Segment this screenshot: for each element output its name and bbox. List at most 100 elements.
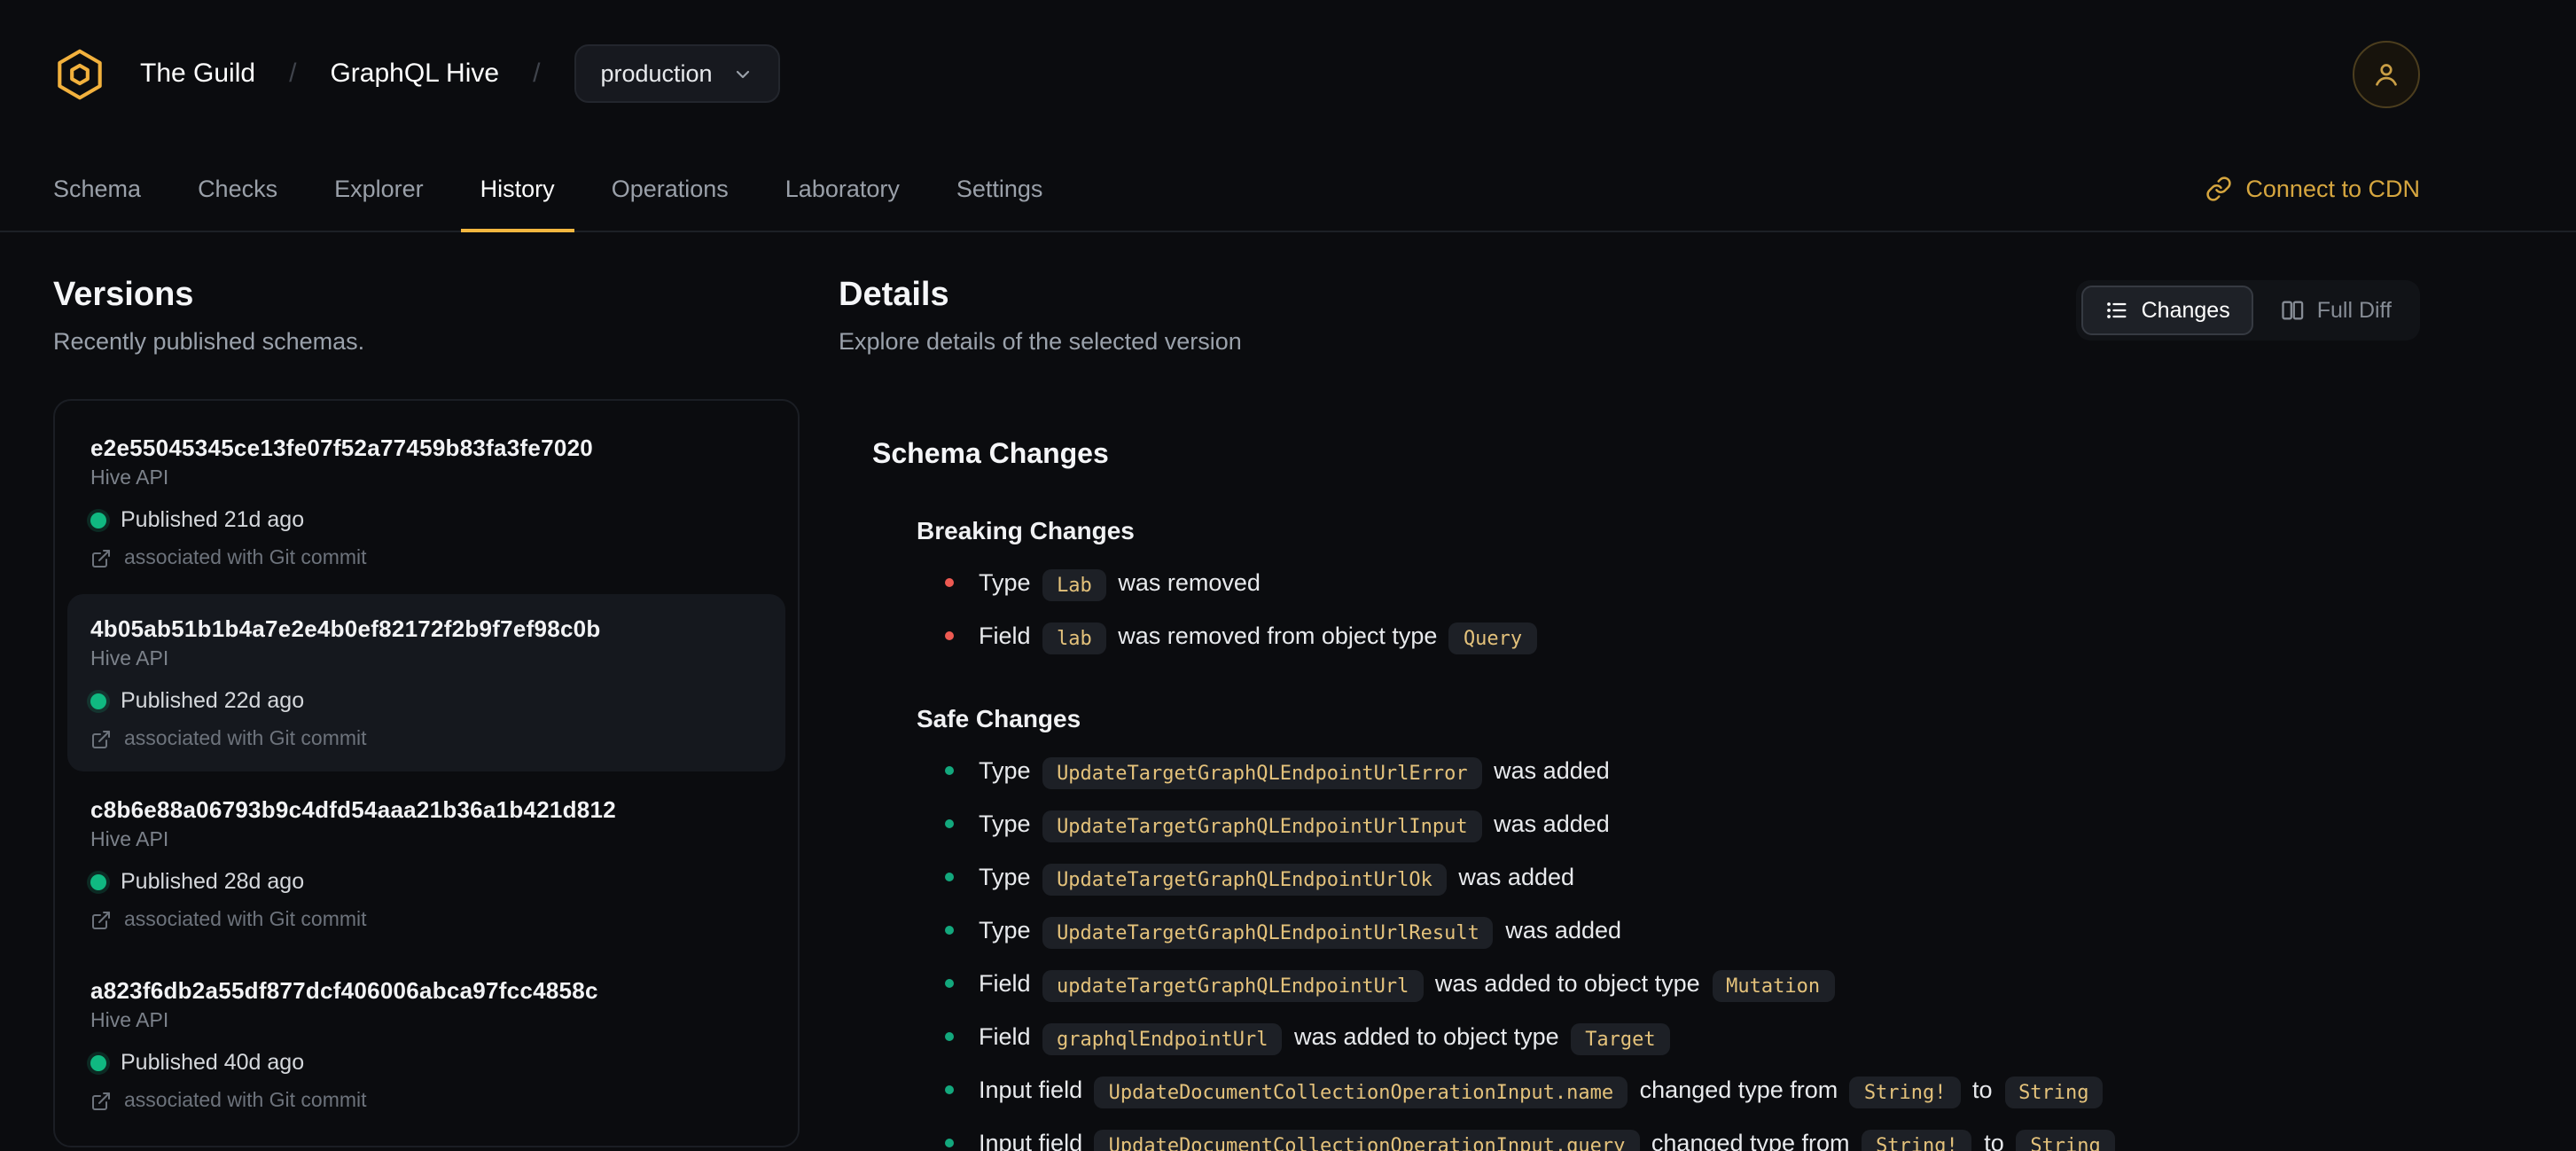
user-avatar[interactable] <box>2353 40 2420 107</box>
details-title: Details <box>839 277 949 314</box>
version-list-item[interactable]: c8b6e88a06793b9c4dfd54aaa21b36a1b421d812… <box>67 775 785 952</box>
version-commit: associated with Git commit <box>90 1091 762 1112</box>
published-label: Published 40d ago <box>121 1050 305 1075</box>
version-hash: a823f6db2a55df877dcf406006abca97fcc4858c <box>90 977 598 1004</box>
code-chip: lab <box>1042 622 1106 654</box>
git-commit-icon <box>90 729 112 750</box>
tab-explorer[interactable]: Explorer <box>306 147 452 231</box>
change-text: Field lab was removed from object type Q… <box>979 614 1542 660</box>
top-bar: The Guild / GraphQL Hive / production <box>0 0 2576 147</box>
code-chip: UpdateTargetGraphQLEndpointUrlError <box>1042 756 1482 788</box>
tab-settings[interactable]: Settings <box>928 147 1072 231</box>
target-selector-value: production <box>600 59 713 87</box>
published-dot-icon <box>90 1054 106 1070</box>
change-item: Field updateTargetGraphQLEndpointUrl was… <box>945 961 2420 1007</box>
details-header: Details Explore details of the selected … <box>839 277 2420 355</box>
version-list-item[interactable]: 4b05ab51b1b4a7e2e4b0ef82172f2b9f7ef98c0b… <box>67 594 785 771</box>
git-commit-label: associated with Git commit <box>124 1091 367 1112</box>
code-chip: Mutation <box>1712 969 1835 1001</box>
change-text: Field graphqlEndpointUrl was added to ob… <box>979 1014 1675 1061</box>
version-service-name: Hive API <box>90 468 169 489</box>
tab-schema[interactable]: Schema <box>25 147 169 231</box>
versions-panel: Versions Recently published schemas. e2e… <box>53 277 800 1151</box>
code-chip: UpdateDocumentCollectionOperationInput.n… <box>1094 1076 1628 1108</box>
graphql-hive-app: The Guild / GraphQL Hive / production Sc… <box>0 0 2576 1151</box>
breaking-changes-title: Breaking Changes <box>917 516 1135 544</box>
change-item: Input field UpdateDocumentCollectionOper… <box>945 1121 2420 1151</box>
tab-operations[interactable]: Operations <box>583 147 757 231</box>
code-chip: UpdateTargetGraphQLEndpointUrlInput <box>1042 810 1482 842</box>
change-text: Type UpdateTargetGraphQLEndpointUrlError… <box>979 748 1610 795</box>
main-content: Versions Recently published schemas. e2e… <box>0 232 2576 1151</box>
version-status: Published 22d ago <box>90 688 762 713</box>
tab-laboratory[interactable]: Laboratory <box>757 147 928 231</box>
change-text: Type UpdateTargetGraphQLEndpointUrlOk wa… <box>979 855 1574 901</box>
full-diff-toggle-label: Full Diff <box>2316 298 2392 323</box>
change-text: Type UpdateTargetGraphQLEndpointUrlResul… <box>979 908 1621 954</box>
code-chip: String! <box>1849 1076 1961 1108</box>
published-dot-icon <box>90 512 106 528</box>
target-selector[interactable]: production <box>574 43 780 104</box>
code-chip: String <box>2004 1076 2104 1108</box>
change-text: Type UpdateTargetGraphQLEndpointUrlInput… <box>979 802 1610 848</box>
version-commit: associated with Git commit <box>90 729 762 750</box>
person-icon <box>2370 58 2402 90</box>
bullet-icon <box>945 1032 954 1041</box>
code-chip: String! <box>1862 1129 1972 1151</box>
versions-subtitle: Recently published schemas. <box>53 328 365 355</box>
change-item: Type UpdateTargetGraphQLEndpointUrlResul… <box>945 908 2420 954</box>
tab-checks[interactable]: Checks <box>169 147 306 231</box>
version-status: Published 28d ago <box>90 869 762 894</box>
details-panel: Details Explore details of the selected … <box>839 277 2420 1151</box>
code-chip: graphqlEndpointUrl <box>1042 1022 1283 1054</box>
split-columns-icon <box>2280 298 2305 323</box>
breadcrumb-org[interactable]: The Guild <box>140 59 255 89</box>
version-hash: c8b6e88a06793b9c4dfd54aaa21b36a1b421d812 <box>90 796 616 823</box>
published-label: Published 21d ago <box>121 507 305 532</box>
bullet-icon <box>945 1139 954 1147</box>
version-hash: 4b05ab51b1b4a7e2e4b0ef82172f2b9f7ef98c0b <box>90 615 601 642</box>
version-service-name: Hive API <box>90 830 169 851</box>
version-service-name: Hive API <box>90 649 169 670</box>
view-toggle: Changes Full Diff <box>2075 280 2420 341</box>
published-label: Published 22d ago <box>121 688 305 713</box>
version-list-item[interactable]: a823f6db2a55df877dcf406006abca97fcc4858c… <box>67 956 785 1133</box>
change-item: Type UpdateTargetGraphQLEndpointUrlOk wa… <box>945 855 2420 901</box>
bullet-icon <box>945 926 954 935</box>
breadcrumb-separator: / <box>533 59 541 89</box>
changes-toggle-label: Changes <box>2141 298 2230 323</box>
bullet-icon <box>945 979 954 988</box>
code-chip: String <box>2016 1129 2115 1151</box>
version-commit: associated with Git commit <box>90 548 762 569</box>
version-list-item[interactable]: e2e55045345ce13fe07f52a77459b83fa3fe7020… <box>67 413 785 591</box>
git-commit-icon <box>90 1091 112 1112</box>
schema-changes-section: Schema Changes Breaking Changes Type Lab… <box>839 440 2420 1151</box>
chevron-down-icon <box>732 63 753 84</box>
version-list: e2e55045345ce13fe07f52a77459b83fa3fe7020… <box>53 399 800 1147</box>
nav-tabs: Schema Checks Explorer History Operations Lab… <box>25 147 1072 232</box>
version-status: Published 40d ago <box>90 1050 762 1075</box>
change-text: Field updateTargetGraphQLEndpointUrl was… <box>979 961 1839 1007</box>
breadcrumb: The Guild / GraphQL Hive / production <box>53 43 780 104</box>
details-heading: Details Explore details of the selected … <box>839 277 1242 355</box>
bullet-icon <box>945 873 954 881</box>
breadcrumb-project[interactable]: GraphQL Hive <box>330 59 499 89</box>
version-status: Published 21d ago <box>90 507 762 532</box>
code-chip: UpdateDocumentCollectionOperationInput.q… <box>1094 1129 1640 1151</box>
full-diff-toggle-button[interactable]: Full Diff <box>2257 286 2415 335</box>
tab-history[interactable]: History <box>452 147 583 232</box>
safe-changes-title: Safe Changes <box>917 704 1081 732</box>
bullet-icon <box>945 631 954 640</box>
bullet-icon <box>945 819 954 828</box>
git-commit-label: associated with Git commit <box>124 548 367 569</box>
published-label: Published 28d ago <box>121 869 305 894</box>
code-chip: updateTargetGraphQLEndpointUrl <box>1042 969 1424 1001</box>
changes-toggle-button[interactable]: Changes <box>2080 286 2253 335</box>
connect-cdn-link[interactable]: Connect to CDN <box>2205 147 2420 231</box>
breaking-changes-list: Type Lab was removed Field lab was remove… <box>872 560 2420 660</box>
hive-logo-icon[interactable] <box>53 47 106 100</box>
list-icon <box>2104 298 2129 323</box>
git-commit-label: associated with Git commit <box>124 910 367 931</box>
main-nav: Schema Checks Explorer History Operations Lab… <box>0 147 2576 232</box>
change-text: Input field UpdateDocumentCollectionOper… <box>979 1121 2120 1151</box>
